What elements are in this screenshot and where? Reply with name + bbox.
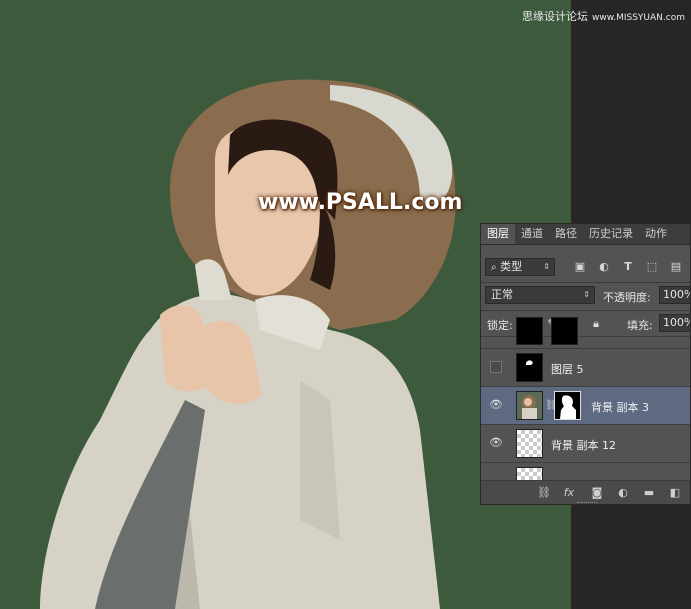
layer-row[interactable]: 👁︎ 背景 副本 12 [481, 424, 690, 462]
mask-shape [560, 395, 576, 419]
fx-icon[interactable]: fx [563, 487, 575, 499]
smart-object-icon[interactable]: ▤ [670, 261, 682, 273]
layer-name: 背景 副本 3 [591, 401, 649, 414]
divider [481, 282, 690, 283]
fill-label: 填充: [627, 319, 653, 332]
lock-all-icon[interactable]: 🔒︎ [590, 318, 602, 330]
tab-history[interactable]: 历史记录 [583, 224, 639, 244]
layers-panel: 图层 通道 路径 历史记录 动作 ⌕ 类型 ⇕ ▣ ◐ T ⬚ ▤ 正常 ⇕ 不… [480, 223, 691, 505]
link-icon[interactable]: ⛓︎ [537, 487, 551, 499]
tab-layers[interactable]: 图层 [481, 224, 515, 244]
blend-mode-label: 正常 [491, 288, 513, 301]
opacity-field[interactable]: 100% [659, 286, 690, 304]
search-icon: ⌕ [491, 262, 497, 273]
layer-name: 背景 副本 12 [551, 439, 616, 452]
layer-thumbnail [516, 391, 543, 420]
photo-watermark: www.PSALL.com [258, 190, 463, 215]
image-icon[interactable]: ▣ [574, 261, 586, 273]
filter-kind-select[interactable]: ⌕ 类型 ⇕ [485, 258, 555, 276]
layer-thumbnail [516, 429, 543, 458]
folder-icon[interactable]: ▬ [643, 487, 655, 499]
resize-grip[interactable] [577, 502, 597, 504]
chevron-down-icon: ⇕ [583, 290, 590, 299]
layer-mask-thumbnail[interactable] [554, 391, 581, 420]
mask-icon[interactable]: ◙ [591, 487, 603, 499]
fill-field[interactable]: 100% [659, 314, 690, 332]
layer-thumbnail [516, 317, 543, 345]
chevron-down-icon: ⇕ [543, 262, 550, 271]
panel-tabs: 图层 通道 路径 历史记录 动作 [481, 224, 690, 245]
adjust-icon[interactable]: ◐ [598, 261, 610, 273]
tab-channels[interactable]: 通道 [515, 224, 549, 244]
site-watermark: 思缘设计论坛 www.MISSYUAN.com [522, 8, 685, 24]
shape-icon[interactable]: ⬚ [646, 261, 658, 273]
thumbnail-shape [526, 360, 533, 365]
layer-partial[interactable] [481, 317, 690, 348]
eye-icon[interactable]: 👁︎ [489, 399, 503, 411]
thumbnail-photo [517, 392, 542, 419]
layer-partial[interactable] [481, 462, 690, 483]
layer-name: 图层 5 [551, 363, 584, 376]
blend-mode-select[interactable]: 正常 ⇕ [485, 286, 595, 304]
new-layer-icon[interactable]: ◧ [669, 487, 681, 499]
tab-actions[interactable]: 动作 [639, 224, 673, 244]
tab-paths[interactable]: 路径 [549, 224, 583, 244]
adjustment-icon[interactable]: ◐ [617, 487, 629, 499]
layer-row-selected[interactable]: 👁︎ ⛓︎ 背景 副本 3 [481, 386, 690, 424]
filter-kind-label: 类型 [500, 260, 523, 273]
visibility-toggle[interactable] [490, 361, 502, 373]
layer-mask-thumbnail [551, 317, 578, 345]
type-icon[interactable]: T [622, 261, 634, 273]
lock-label: 锁定: [487, 319, 513, 332]
panel-bottom-bar: ⛓︎ fx ◙ ◐ ▬ ◧ [481, 480, 690, 504]
layer-row[interactable]: 图层 5 [481, 348, 690, 386]
site-watermark-url: www.MISSYUAN.com [591, 13, 685, 23]
layer-thumbnail [516, 353, 543, 382]
opacity-label: 不透明度: [603, 291, 651, 304]
eye-icon[interactable]: 👁︎ [489, 437, 503, 449]
site-watermark-text: 思缘设计论坛 [521, 10, 588, 23]
divider [481, 310, 690, 311]
